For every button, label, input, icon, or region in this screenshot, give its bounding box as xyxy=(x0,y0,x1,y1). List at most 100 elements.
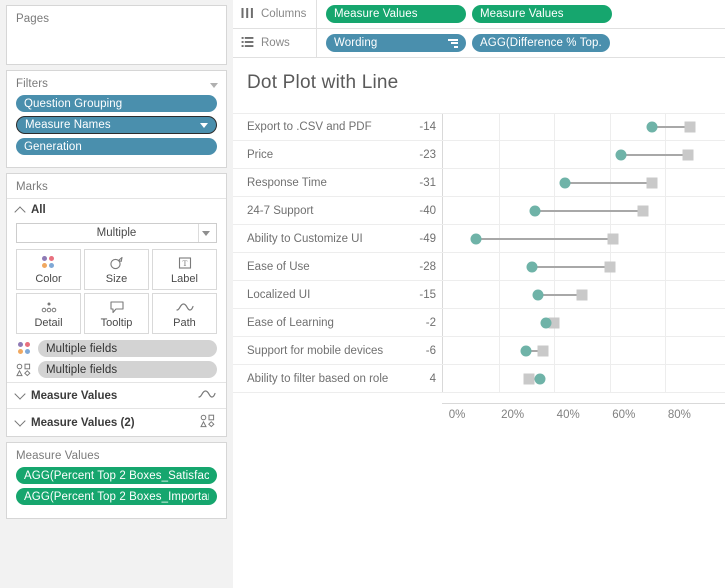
filter-pill-label: Measure Names xyxy=(25,119,111,131)
gridline xyxy=(498,114,500,140)
pill-label: AGG(Difference % Top.. xyxy=(480,37,602,49)
size-icon xyxy=(109,255,125,271)
marks-button-label[interactable]: T Label xyxy=(152,249,217,290)
marks-field-pill[interactable]: Multiple fields xyxy=(38,361,217,378)
columns-shelf[interactable]: Columns Measure Values Measure Values xyxy=(233,0,725,29)
x-axis-tick-label: 60% xyxy=(612,409,636,421)
x-axis-tick-label: 80% xyxy=(667,409,691,421)
measure-value-pill-importance[interactable]: AGG(Percent Top 2 Boxes_Importan.. xyxy=(16,488,217,505)
x-axis-tick-label: 20% xyxy=(501,409,525,421)
importance-square-mark[interactable] xyxy=(523,373,535,384)
importance-square-mark[interactable] xyxy=(682,149,694,160)
mark-type-dropdown[interactable]: Multiple xyxy=(16,223,217,243)
gridline xyxy=(609,281,611,308)
chart-row-difference-value: -40 xyxy=(419,204,436,217)
chart-row-label: Ease of Use xyxy=(247,260,310,273)
gridline xyxy=(498,365,500,392)
chart-row[interactable]: Support for mobile devices -6 xyxy=(233,337,725,365)
marks-button-tooltip[interactable]: Tooltip xyxy=(84,293,149,334)
gridline xyxy=(665,225,667,252)
chart-row-difference-value: -31 xyxy=(419,176,436,189)
columns-pill-measure-values-1[interactable]: Measure Values xyxy=(326,5,466,23)
marks-submark-label: Measure Values xyxy=(31,389,118,402)
chart-row[interactable]: Ability to Customize UI -49 xyxy=(233,225,725,253)
importance-square-mark[interactable] xyxy=(684,121,696,133)
satisfaction-dot-mark[interactable] xyxy=(526,261,538,272)
marks-submark-measure-values-2[interactable]: Measure Values (2) xyxy=(7,408,226,436)
satisfaction-dot-mark[interactable] xyxy=(520,345,532,356)
marks-field-shape[interactable]: Multiple fields xyxy=(7,361,226,382)
filter-pill-generation[interactable]: Generation xyxy=(16,138,217,155)
satisfaction-dot-mark[interactable] xyxy=(646,121,657,133)
filter-pill-question-grouping[interactable]: Question Grouping xyxy=(16,95,217,112)
chart-row[interactable]: Localized UI -15 xyxy=(233,281,725,309)
chevron-up-icon[interactable] xyxy=(14,205,26,218)
marks-field-pill[interactable]: Multiple fields xyxy=(38,340,217,357)
satisfaction-dot-mark[interactable] xyxy=(529,205,541,216)
marks-button-color[interactable]: Color xyxy=(16,249,81,290)
chart-row[interactable]: Ability to filter based on role 4 xyxy=(233,365,725,393)
chart-row-label: 24-7 Support xyxy=(247,204,314,217)
marks-field-color[interactable]: Multiple fields xyxy=(7,340,226,361)
chart-row-difference-value: -49 xyxy=(419,232,436,245)
chart-row[interactable]: 24-7 Support -40 xyxy=(233,197,725,225)
rows-pill-difference[interactable]: AGG(Difference % Top.. xyxy=(472,34,610,52)
satisfaction-dot-mark[interactable] xyxy=(534,373,546,384)
connector-line xyxy=(531,265,610,268)
chart-row[interactable]: Ease of Use -28 xyxy=(233,253,725,281)
chart-row-plot xyxy=(442,309,725,336)
sort-descending-icon[interactable] xyxy=(448,38,458,48)
columns-shelf-label: Columns xyxy=(233,0,317,28)
importance-square-mark[interactable] xyxy=(604,261,616,272)
chart-row-plot xyxy=(442,225,725,252)
marks-button-label: Tooltip xyxy=(100,316,133,329)
importance-square-mark[interactable] xyxy=(537,345,549,356)
satisfaction-dot-mark[interactable] xyxy=(559,177,571,188)
chart-row[interactable]: Ease of Learning -2 xyxy=(233,309,725,337)
filter-pill-measure-names[interactable]: Measure Names xyxy=(16,116,217,134)
chevron-down-icon[interactable] xyxy=(200,122,208,128)
columns-pill-measure-values-2[interactable]: Measure Values xyxy=(472,5,612,23)
marks-button-detail[interactable]: Detail xyxy=(16,293,81,334)
rows-shelf[interactable]: Rows Wording AGG(Difference % Top.. xyxy=(233,29,725,58)
chart-row-difference-value: -6 xyxy=(425,344,436,357)
chart-row-label: Support for mobile devices xyxy=(247,344,384,357)
chevron-down-icon[interactable] xyxy=(14,388,26,400)
marks-all-row[interactable]: All xyxy=(7,198,226,221)
dot-plot-rows: Export to .CSV and PDF -14 Price -23 Respons… xyxy=(233,113,725,403)
importance-square-mark[interactable] xyxy=(646,177,657,188)
gridline xyxy=(554,114,556,140)
path-icon xyxy=(175,299,194,315)
chevron-down-icon[interactable] xyxy=(202,231,210,236)
filter-pill-label: Question Grouping xyxy=(24,97,123,110)
chart-row[interactable]: Price -23 xyxy=(233,141,725,169)
chart-row-plot xyxy=(442,365,725,392)
chevron-down-icon[interactable] xyxy=(210,82,218,88)
line-icon xyxy=(198,388,216,403)
shape-icon xyxy=(200,414,216,431)
importance-square-mark[interactable] xyxy=(607,233,619,244)
gridline xyxy=(554,169,556,196)
satisfaction-dot-mark[interactable] xyxy=(615,149,627,160)
chevron-down-icon[interactable] xyxy=(14,415,26,427)
gridline xyxy=(665,169,667,196)
rows-pill-container: Wording AGG(Difference % Top.. xyxy=(317,34,610,52)
importance-square-mark[interactable] xyxy=(637,205,649,216)
chart-row[interactable]: Response Time -31 xyxy=(233,169,725,197)
gridline xyxy=(498,141,500,168)
pages-card-title: Pages xyxy=(16,13,50,25)
marks-submark-measure-values[interactable]: Measure Values xyxy=(7,382,226,408)
measure-value-pill-satisfaction[interactable]: AGG(Percent Top 2 Boxes_Satisfacti.. xyxy=(16,467,217,484)
rows-pill-wording[interactable]: Wording xyxy=(326,34,466,52)
chart-row-plot xyxy=(442,337,725,364)
satisfaction-dot-mark[interactable] xyxy=(532,289,544,300)
chart-row[interactable]: Export to .CSV and PDF -14 xyxy=(233,113,725,141)
importance-square-mark[interactable] xyxy=(576,289,588,300)
satisfaction-dot-mark[interactable] xyxy=(540,317,552,328)
marks-card: Marks All Multiple Color Size T Label De… xyxy=(6,173,227,437)
marks-button-size[interactable]: Size xyxy=(84,249,149,290)
satisfaction-dot-mark[interactable] xyxy=(470,233,482,244)
connector-line xyxy=(565,181,652,184)
marks-button-path[interactable]: Path xyxy=(152,293,217,334)
gridline xyxy=(498,197,500,224)
